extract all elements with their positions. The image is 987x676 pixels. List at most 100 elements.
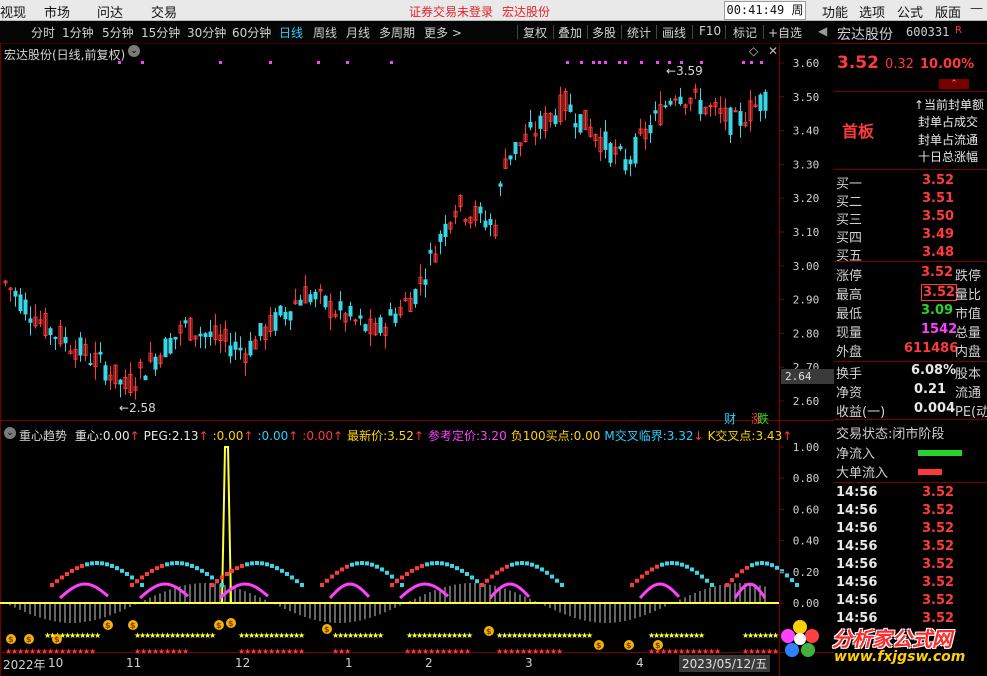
period-30min[interactable]: 30分钟 (187, 24, 226, 41)
indicator-marker (775, 565, 779, 570)
tool-fuquan[interactable]: 复权 (523, 24, 547, 41)
period-1min[interactable]: 1分钟 (62, 24, 94, 41)
indicator-marker (400, 583, 404, 587)
svg-text:$: $ (54, 635, 60, 644)
indicator-curve (139, 582, 189, 600)
expand-up-icon[interactable]: ⌃ (939, 79, 969, 89)
stat-label: 涨停 (836, 269, 863, 284)
indicator-marker (710, 583, 714, 587)
period-more[interactable]: 更多 > (424, 24, 462, 41)
menu-item-market[interactable]: 市场 (44, 2, 70, 21)
stat2-right-label: 股本 (955, 367, 982, 382)
minimize-icon[interactable]: — (970, 1, 983, 16)
indicator-curve (59, 582, 109, 600)
indicator-marker (55, 579, 59, 584)
period-multi[interactable]: 多周期 (379, 24, 415, 41)
indicator-item: K交叉点:3.43↑ (707, 429, 793, 443)
candle (183, 320, 188, 324)
quote-pct: 10.00% (920, 57, 975, 72)
candle (238, 347, 243, 351)
indicator-marker (230, 568, 234, 573)
indicator-marker (445, 562, 449, 567)
menu-item-layout[interactable]: 版面 (935, 2, 961, 21)
indicator-dropdown-icon[interactable]: ⌄ (4, 427, 16, 439)
indicator-curve (219, 582, 269, 600)
indicator-tick-label: 0.40 (793, 535, 820, 548)
candle (228, 345, 233, 357)
board-info-3: 封单占流通 (918, 133, 979, 147)
candle (208, 331, 213, 338)
stat2-label: 净资 (836, 386, 863, 401)
period-weekly[interactable]: 周线 (313, 24, 337, 41)
menu-item-function[interactable]: 功能 (822, 2, 848, 21)
period-60min[interactable]: 60分钟 (232, 24, 271, 41)
bid-price: 3.51 (922, 191, 955, 206)
chart-title-dropdown-icon[interactable]: ⌄ (128, 45, 140, 57)
signal-star-yellow: ★ (209, 631, 216, 640)
tool-f10[interactable]: F10 (699, 24, 721, 38)
date-label: 1 (345, 656, 353, 670)
watermark-title: 分析家公式网 (832, 627, 952, 651)
diamond-icon[interactable]: ◇ (749, 44, 758, 58)
indicator-marker (745, 565, 749, 570)
signal-dot (640, 61, 643, 64)
menu-item-view[interactable]: 视现 (0, 2, 26, 21)
indicator-marker (200, 568, 204, 573)
candle (538, 115, 543, 129)
nav-left-icon[interactable]: ◀ (818, 24, 827, 38)
period-15min[interactable]: 15分钟 (141, 24, 180, 41)
tool-stats[interactable]: 统计 (627, 24, 651, 41)
period-daily[interactable]: 日线 (279, 24, 303, 41)
indicator-marker (795, 583, 799, 587)
indicator-marker (480, 583, 484, 587)
board-info-1: ↑当前封单额 (914, 98, 985, 112)
indicator-marker (430, 561, 434, 566)
trade-login-alert[interactable]: 证券交易未登录 (409, 3, 493, 20)
signal-dot (390, 61, 393, 64)
indicator-marker (405, 572, 409, 576)
close-chart-icon[interactable]: ✕ (768, 44, 778, 58)
indicator-marker (695, 570, 699, 575)
tick-time: 14:56 (836, 485, 878, 500)
badge-finance[interactable]: 财 (724, 410, 736, 427)
tool-multistock[interactable]: 多股 (592, 24, 616, 41)
indicator-marker (235, 566, 239, 571)
signal-star-yellow: ★ (698, 631, 705, 640)
indicator-marker (130, 575, 134, 580)
candle (308, 294, 313, 303)
candle (553, 115, 558, 125)
date-axis: 2022年 10 11 12 1 2 3 4 2023/05/12/五 (0, 654, 779, 676)
indicator-marker (100, 561, 104, 566)
candle (413, 289, 418, 305)
period-5min[interactable]: 5分钟 (102, 24, 134, 41)
candle (498, 183, 503, 187)
indicator-marker (135, 579, 139, 584)
tick-price: 3.52 (922, 485, 955, 500)
indicator-marker (50, 583, 54, 587)
menu-item-options[interactable]: 选项 (859, 2, 885, 21)
kline-chart-area[interactable]: 3.603.503.403.303.203.103.002.902.802.70… (0, 43, 834, 676)
tool-draw[interactable]: 画线 (662, 24, 686, 41)
menu-item-wenda[interactable]: 问达 (97, 2, 123, 21)
indicator-item: :0.00↑ (212, 429, 254, 443)
tool-overlay[interactable]: 叠加 (558, 24, 582, 41)
indicator-marker (530, 562, 534, 567)
quote-suffix: R (955, 25, 962, 36)
indicator-marker (280, 568, 284, 573)
indicator-marker (60, 575, 64, 580)
badge-down[interactable]: 跌 (757, 410, 769, 427)
period-fenshi[interactable]: 分时 (31, 24, 55, 41)
menu-item-formula[interactable]: 公式 (897, 2, 923, 21)
tool-mark[interactable]: 标记 (733, 24, 757, 41)
stat2-right-label: 流通 (955, 386, 982, 401)
period-monthly[interactable]: 月线 (346, 24, 370, 41)
signal-dot (580, 61, 583, 64)
signal-dot (742, 61, 745, 64)
indicator-name[interactable]: 重心趋势 (19, 429, 67, 443)
candle (118, 379, 123, 385)
menu-item-trade[interactable]: 交易 (151, 2, 177, 21)
candle (663, 105, 668, 108)
indicator-item: 最新价:3.52↑ (347, 429, 424, 443)
candle (63, 336, 68, 344)
tool-add-watchlist[interactable]: +自选 (768, 24, 802, 41)
